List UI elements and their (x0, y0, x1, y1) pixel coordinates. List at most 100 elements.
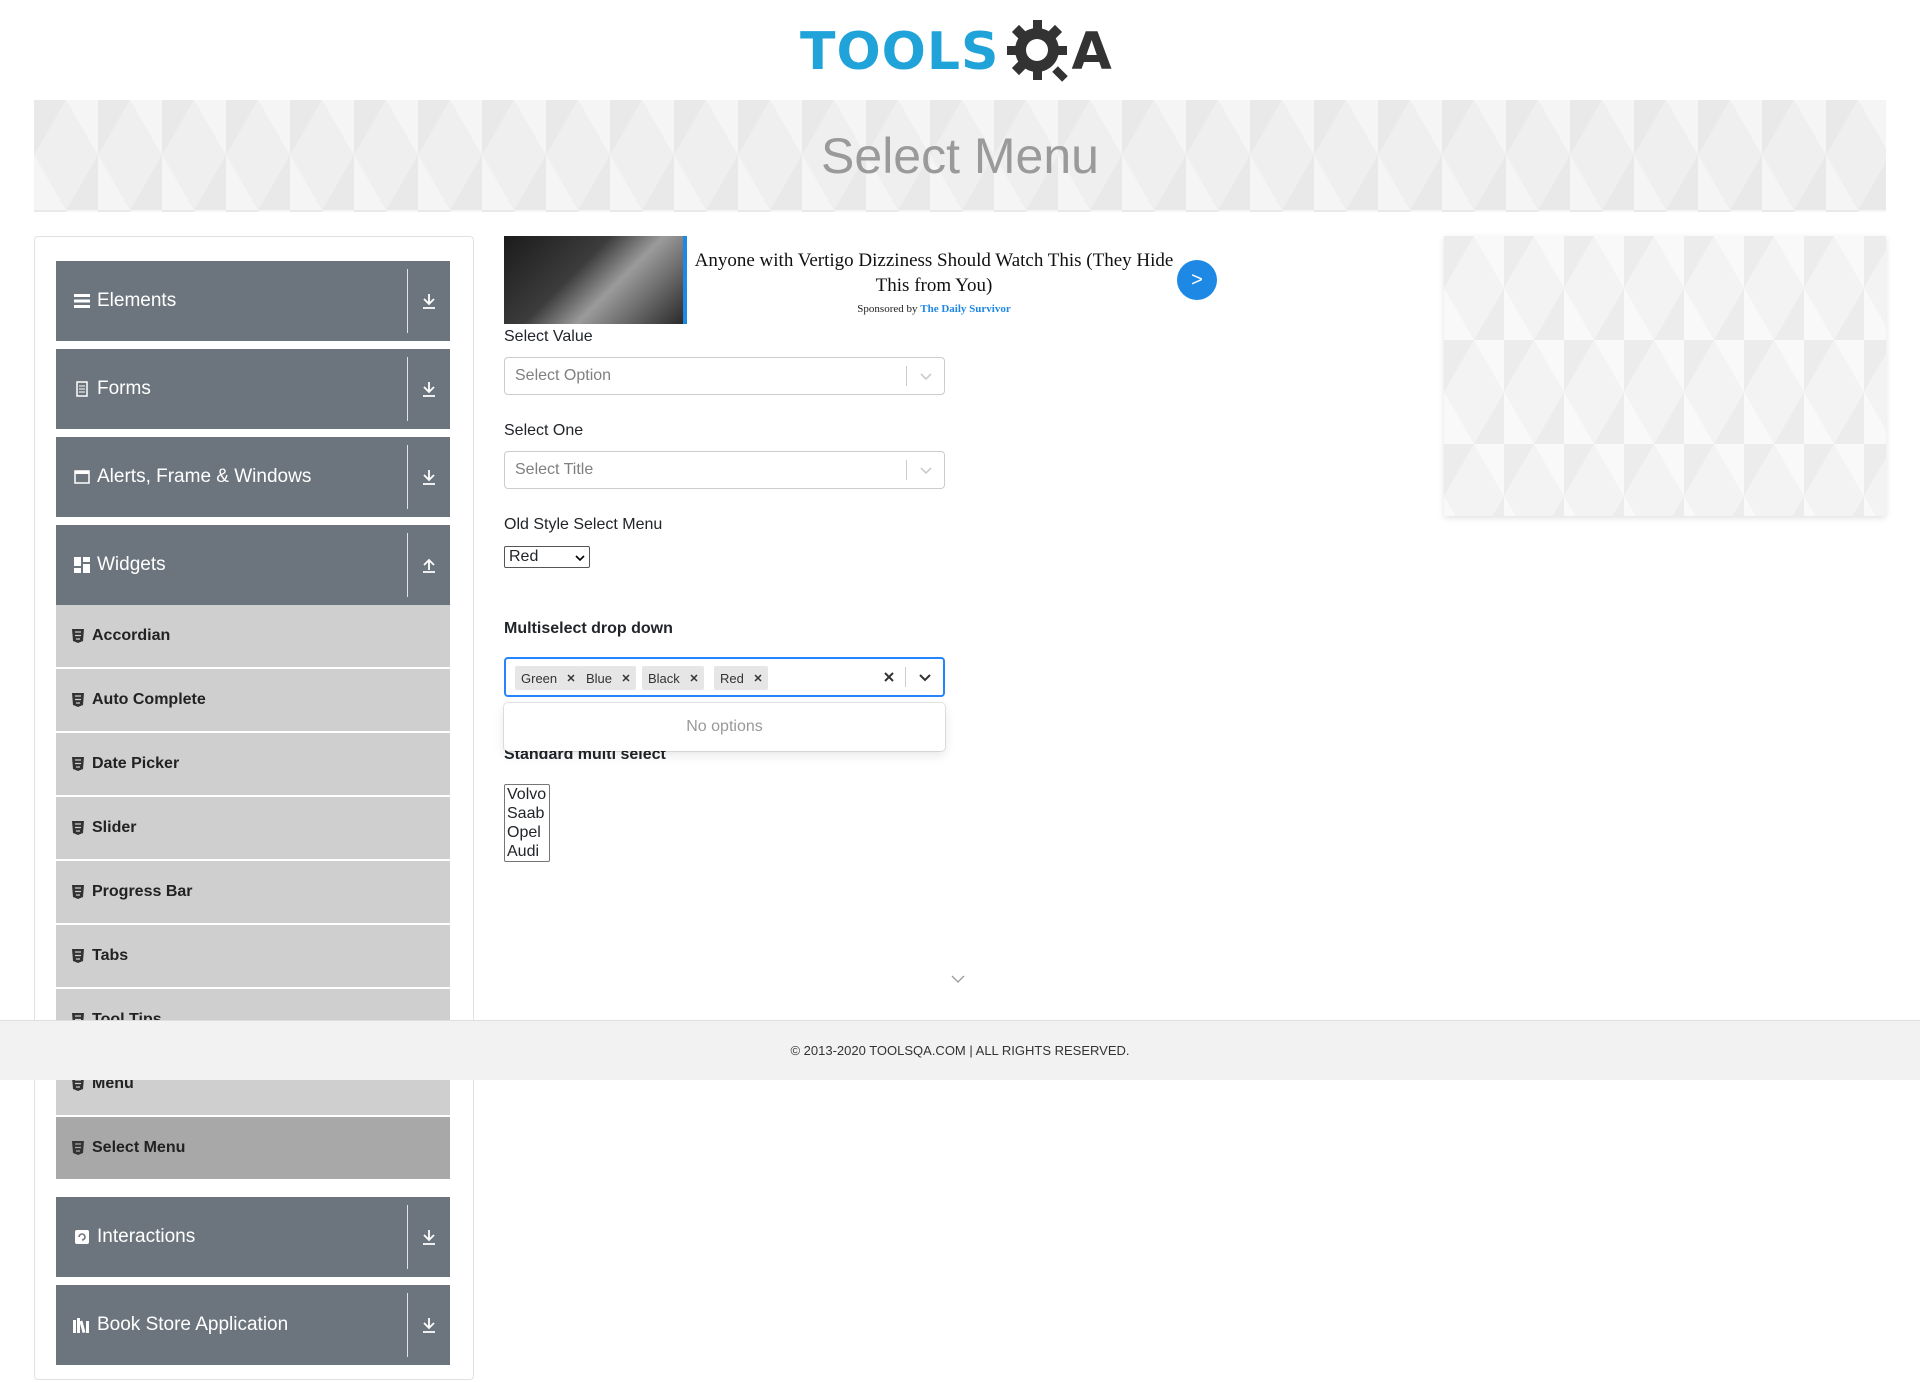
logo-text-tools: TOOLS (800, 22, 1000, 82)
sidebar-item-tabs[interactable]: Tabs (56, 925, 450, 987)
right-ad-placeholder (1444, 236, 1886, 516)
old-style-select[interactable]: Red (504, 546, 590, 568)
chip-black: Black (642, 666, 704, 690)
sidebar-group-alerts[interactable]: Alerts, Frame & Windows (56, 437, 450, 517)
sidebar-group-book-store[interactable]: Book Store Application (56, 1285, 450, 1365)
option-volvo[interactable]: Volvo (507, 785, 549, 804)
divider (905, 667, 906, 687)
select-value-dropdown[interactable]: Select Option (504, 357, 945, 395)
chevron-down-icon[interactable] (915, 667, 935, 687)
clear-icon[interactable] (879, 667, 899, 687)
multiselect-label: Multiselect drop down (504, 620, 673, 637)
remove-chip-icon[interactable] (561, 666, 581, 690)
list-icon (73, 292, 91, 310)
old-style-select-label: Old Style Select Menu (504, 516, 663, 533)
divider (407, 533, 408, 597)
sidebar-item-auto-complete[interactable]: Auto Complete (56, 669, 450, 731)
sidebar: Elements Forms Alerts, Frame & Windows W… (34, 236, 474, 1380)
sidebar-item-date-picker[interactable]: Date Picker (56, 733, 450, 795)
gear-icon (1007, 20, 1069, 82)
chip-green: Green (515, 666, 582, 690)
no-options-text: No options (686, 718, 763, 735)
multiselect-dropdown[interactable]: Green Blue Black Red (504, 657, 945, 697)
ad-headline[interactable]: Anyone with Vertigo Dizziness Should Wat… (694, 248, 1174, 298)
sidebar-item-label: Progress Bar (92, 883, 193, 900)
multiselect-menu: No options (504, 703, 945, 751)
ad-next-button[interactable]: > (1177, 260, 1217, 300)
divider (407, 1205, 408, 1269)
sidebar-group-label: Forms (97, 378, 151, 399)
divider (407, 445, 408, 509)
sidebar-group-forms[interactable]: Forms (56, 349, 450, 429)
divider (906, 460, 907, 480)
sidebar-item-select-menu[interactable]: Select Menu (56, 1117, 450, 1179)
sidebar-item-slider[interactable]: Slider (56, 797, 450, 859)
chevron-down-icon[interactable] (948, 972, 968, 986)
chip-label: Green (521, 670, 558, 686)
html5-icon (72, 629, 86, 643)
sidebar-item-label: Auto Complete (92, 691, 206, 708)
chevron-down-icon[interactable] (916, 460, 936, 480)
ad-sponsored-prefix: Sponsored by (857, 303, 918, 315)
sidebar-group-elements[interactable]: Elements (56, 261, 450, 341)
option-audi[interactable]: Audi (507, 842, 549, 861)
page-banner: Select Menu (34, 100, 1886, 212)
select-one-dropdown[interactable]: Select Title (504, 451, 945, 489)
logo-text-a: A (1071, 22, 1112, 82)
dashboard-icon (73, 556, 91, 574)
sidebar-item-progress-bar[interactable]: Progress Bar (56, 861, 450, 923)
sidebar-item-label: Select Menu (92, 1139, 186, 1156)
expand-icon[interactable] (408, 261, 450, 341)
sidebar-item-label: Slider (92, 819, 137, 836)
refresh-icon (73, 1228, 91, 1246)
ad-image[interactable] (504, 236, 687, 324)
sidebar-item-label: Tabs (92, 947, 129, 964)
expand-icon[interactable] (408, 1285, 450, 1365)
chip-blue: Blue (580, 666, 637, 690)
expand-icon[interactable] (408, 437, 450, 517)
html5-icon (72, 757, 86, 771)
sidebar-group-interactions[interactable]: Interactions (56, 1197, 450, 1277)
toolsqa-logo[interactable]: TOOLS A (800, 14, 1130, 90)
chip-label: Blue (586, 670, 613, 686)
sidebar-group-label: Elements (97, 290, 177, 311)
old-style-select-value: Red (509, 548, 539, 565)
advertisement[interactable]: Anyone with Vertigo Dizziness Should Wat… (504, 236, 1220, 324)
chevron-down-icon (575, 555, 585, 562)
document-icon (73, 380, 91, 398)
books-icon (73, 1316, 91, 1334)
remove-chip-icon[interactable] (748, 666, 768, 690)
remove-chip-icon[interactable] (684, 666, 704, 690)
collapse-icon[interactable] (408, 525, 450, 605)
sidebar-group-label: Interactions (97, 1226, 196, 1247)
html5-icon (72, 949, 86, 963)
sidebar-item-accordian[interactable]: Accordian (56, 605, 450, 667)
footer-copyright: © 2013-2020 TOOLSQA.COM | ALL RIGHTS RES… (790, 1043, 1130, 1058)
sidebar-group-widgets[interactable]: Widgets (56, 525, 450, 605)
select-value-placeholder: Select Option (515, 367, 612, 384)
html5-icon (72, 885, 86, 899)
page-title: Select Menu (821, 128, 1099, 184)
select-value-label: Select Value (504, 328, 593, 345)
html5-icon (72, 821, 86, 835)
sidebar-group-label: Alerts, Frame & Windows (97, 466, 312, 487)
html5-icon (72, 693, 86, 707)
sidebar-group-label: Book Store Application (97, 1314, 289, 1335)
option-saab[interactable]: Saab (507, 804, 549, 823)
standard-multi-select[interactable]: Volvo Saab Opel Audi (504, 784, 550, 862)
chip-red: Red (714, 666, 768, 690)
widgets-submenu: Accordian Auto Complete Date Picker Slid… (56, 605, 450, 1181)
chip-label: Black (648, 670, 680, 686)
option-opel[interactable]: Opel (507, 823, 549, 842)
window-icon (73, 468, 91, 486)
chevron-down-icon[interactable] (916, 366, 936, 386)
html5-icon (72, 1141, 86, 1155)
expand-icon[interactable] (408, 349, 450, 429)
divider (407, 269, 408, 333)
chip-label: Red (720, 670, 744, 686)
select-one-placeholder: Select Title (515, 461, 594, 478)
select-one-label: Select One (504, 422, 584, 439)
ad-sponsor-link[interactable]: The Daily Survivor (920, 303, 1010, 315)
remove-chip-icon[interactable] (616, 666, 636, 690)
expand-icon[interactable] (408, 1197, 450, 1277)
